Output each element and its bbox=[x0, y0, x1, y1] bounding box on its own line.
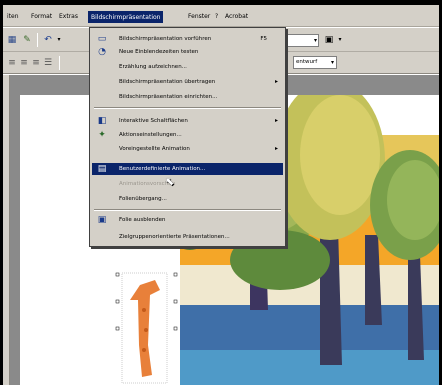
menu-item-label: Folienübergang... bbox=[119, 196, 167, 202]
design-button[interactable]: entwurf ▾ bbox=[293, 56, 337, 69]
undo-dropdown-icon[interactable]: ▾ bbox=[54, 35, 64, 45]
shortcut-label: F5 bbox=[260, 36, 267, 42]
menu-item-label: Zielgruppenorientierte Präsentationen... bbox=[119, 234, 230, 240]
menu-help[interactable]: ? bbox=[213, 11, 220, 23]
menu-item-animation-preview: Animationsvorschau bbox=[92, 178, 283, 190]
table-icon[interactable]: ▦ bbox=[7, 35, 17, 45]
format-painter-icon[interactable]: ✎ bbox=[22, 35, 32, 45]
hide-slide-icon: ▣ bbox=[97, 215, 107, 225]
design-label: entwurf bbox=[296, 59, 318, 65]
menu-separator bbox=[94, 209, 281, 211]
menu-item-label: Bildschirmpräsentation übertragen bbox=[119, 79, 216, 85]
menu-item-label: Folie ausblenden bbox=[119, 217, 166, 223]
menu-bildschirmpraesentation[interactable]: Bildschirmpräsentation bbox=[88, 11, 164, 23]
menu-item-preset-animation[interactable]: Voreingestellte Animation ▸ bbox=[92, 143, 283, 155]
toolbar-separator bbox=[37, 33, 38, 47]
menu-item-label: Bildschirmpräsentation vorführen bbox=[119, 36, 212, 42]
zoom-combo[interactable]: ▾ bbox=[285, 34, 319, 47]
menu-separator bbox=[94, 107, 281, 109]
submenu-arrow-icon: ▸ bbox=[274, 78, 278, 85]
menu-item-action-settings[interactable]: ✦ Aktionseinstellungen... bbox=[92, 129, 283, 141]
giraffe-clipart bbox=[115, 272, 178, 384]
menu-bar: iten Format Extras Bildschirmpräsentatio… bbox=[3, 5, 439, 27]
list-icon[interactable]: ☰ bbox=[43, 58, 53, 68]
slideshow-menu: ▭ Bildschirmpräsentation vorführen F5 ◔ … bbox=[89, 27, 286, 247]
menu-fenster[interactable]: Fenster bbox=[186, 11, 212, 23]
menu-item-record-narration[interactable]: Erzählung aufzeichnen... bbox=[92, 61, 283, 73]
buttons-icon: ◧ bbox=[97, 116, 107, 126]
menu-item-label: Erzählung aufzeichnen... bbox=[119, 64, 187, 70]
align-center-icon[interactable]: ≡ bbox=[19, 58, 29, 68]
align-icon[interactable]: ≡ bbox=[7, 58, 17, 68]
menu-item-custom-animation[interactable]: ▤ Benutzerdefinierte Animation... bbox=[92, 163, 283, 175]
menu-format[interactable]: Format bbox=[29, 11, 54, 23]
menu-item-label: Aktionseinstellungen... bbox=[119, 132, 182, 138]
timing-icon: ◔ bbox=[98, 47, 106, 57]
vertical-ruler bbox=[3, 75, 10, 385]
menu-item-setup-show[interactable]: Bildschirmpräsentation einrichten... bbox=[92, 91, 283, 103]
menu-item-rehearse-timings[interactable]: ◔ Neue Einblendezeiten testen bbox=[92, 46, 283, 58]
menu-item-hide-slide[interactable]: ▣ Folie ausblenden bbox=[92, 214, 283, 226]
screen-icon: ▭ bbox=[97, 34, 107, 44]
animation-icon: ▤ bbox=[97, 164, 107, 174]
submenu-arrow-icon: ▸ bbox=[274, 145, 278, 152]
menu-ansicht[interactable]: iten bbox=[5, 11, 21, 23]
submenu-arrow-icon: ▸ bbox=[274, 117, 278, 124]
design-dropdown-icon: ▾ bbox=[330, 59, 334, 66]
help-icon[interactable]: ▣ bbox=[324, 35, 334, 45]
menu-item-label: Bildschirmpräsentation einrichten... bbox=[119, 94, 218, 100]
menu-item-run-show[interactable]: ▭ Bildschirmpräsentation vorführen F5 bbox=[92, 33, 283, 45]
menu-item-label: Neue Einblendezeiten testen bbox=[119, 49, 199, 55]
undo-icon[interactable]: ↶ bbox=[43, 35, 53, 45]
menu-item-slide-transition[interactable]: Folienübergang... bbox=[92, 193, 283, 205]
action-icon: ✦ bbox=[98, 130, 106, 140]
toolbar-options-icon[interactable]: ▾ bbox=[335, 35, 345, 45]
menu-extras[interactable]: Extras bbox=[57, 11, 80, 23]
menu-item-action-buttons[interactable]: ◧ Interaktive Schaltflächen ▸ bbox=[92, 115, 283, 127]
mouse-cursor-icon: ⬉ bbox=[165, 175, 175, 188]
zoom-dropdown-icon[interactable]: ▾ bbox=[314, 35, 317, 46]
menu-item-broadcast[interactable]: Bildschirmpräsentation übertragen ▸ bbox=[92, 76, 283, 88]
menu-item-label: Benutzerdefinierte Animation... bbox=[119, 166, 206, 172]
toolbar-separator bbox=[59, 56, 60, 70]
menu-item-label: Interaktive Schaltflächen bbox=[119, 118, 188, 124]
menu-item-custom-shows[interactable]: Zielgruppenorientierte Präsentationen... bbox=[92, 231, 283, 243]
align-right-icon[interactable]: ≡ bbox=[31, 58, 41, 68]
menu-item-label: Voreingestellte Animation bbox=[119, 146, 190, 152]
menu-acrobat[interactable]: Acrobat bbox=[223, 11, 250, 23]
